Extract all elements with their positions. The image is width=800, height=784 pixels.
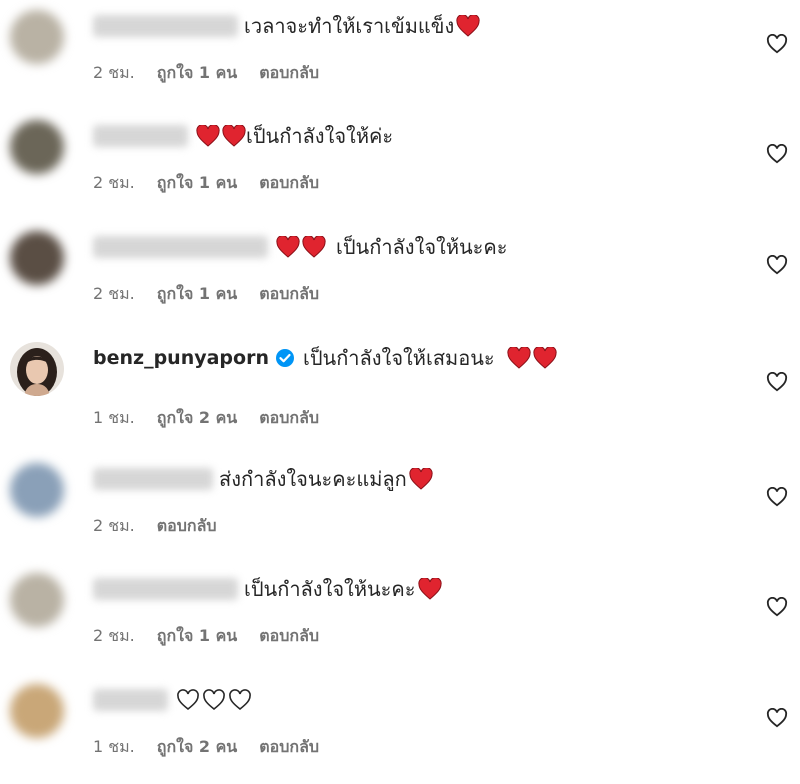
like-heart-icon[interactable]	[766, 597, 788, 617]
like-heart-icon[interactable]	[766, 487, 788, 507]
comment-time: 2 ชม.	[93, 516, 135, 535]
username-blurred[interactable]	[93, 468, 213, 490]
username-blurred[interactable]	[93, 125, 188, 147]
verified-badge-icon	[275, 349, 294, 367]
comment-item: เวลาจะทำให้เราเข้มแข็ง 2 ชม. ถูกใจ 1 คน …	[0, 0, 800, 110]
comment-text: ส่งกำลังใจนะคะแม่ลูก	[219, 467, 407, 491]
avatar[interactable]	[10, 120, 64, 174]
comment-item: เป็นกำลังใจให้นะคะ 2 ชม. ถูกใจ 1 คน ตอบก…	[0, 563, 800, 673]
avatar-photo	[10, 342, 64, 396]
reply-button[interactable]: ตอบกลับ	[259, 735, 319, 760]
avatar[interactable]	[10, 463, 64, 517]
red-heart-emoji	[533, 347, 557, 369]
like-heart-icon[interactable]	[766, 144, 788, 164]
comment-time: 2 ชม.	[93, 173, 135, 192]
avatar[interactable]	[10, 573, 64, 627]
red-heart-emoji	[302, 236, 326, 258]
red-heart-emoji	[507, 347, 531, 369]
comment-time: 1 ชม.	[93, 737, 135, 756]
avatar[interactable]	[10, 231, 64, 285]
like-heart-icon[interactable]	[766, 255, 788, 275]
red-heart-emoji	[196, 125, 220, 147]
likes-count[interactable]: ถูกใจ 2 คน	[157, 735, 237, 760]
reply-button[interactable]: ตอบกลับ	[259, 61, 319, 86]
likes-count[interactable]: ถูกใจ 1 คน	[157, 282, 237, 307]
like-heart-icon[interactable]	[766, 34, 788, 54]
username[interactable]: benz_punyaporn	[93, 347, 269, 369]
reply-button[interactable]: ตอบกลับ	[157, 514, 217, 539]
comment-item: เป็นกำลังใจให้ค่ะ 2 ชม. ถูกใจ 1 คน ตอบกล…	[0, 110, 800, 220]
likes-count[interactable]: ถูกใจ 2 คน	[157, 406, 237, 431]
red-heart-emoji	[456, 15, 480, 37]
red-heart-emoji	[409, 468, 433, 490]
avatar[interactable]	[10, 342, 64, 396]
comment-text: เป็นกำลังใจให้นะคะ	[244, 577, 416, 601]
comment-item: benz_punyaporn เป็นกำลังใจให้เสมอนะ 1 ชม…	[0, 332, 800, 442]
username-blurred[interactable]	[93, 689, 168, 711]
red-heart-emoji	[417, 578, 442, 600]
like-heart-icon[interactable]	[766, 708, 788, 728]
red-heart-emoji	[276, 236, 300, 258]
like-heart-icon[interactable]	[766, 372, 788, 392]
comment-time: 1 ชม.	[93, 408, 135, 427]
white-heart-emoji	[229, 689, 251, 711]
comment-text: เป็นกำลังใจให้ค่ะ	[246, 124, 394, 148]
avatar[interactable]	[10, 684, 64, 738]
reply-button[interactable]: ตอบกลับ	[259, 282, 319, 307]
username-blurred[interactable]	[93, 15, 238, 37]
comment-item: เป็นกำลังใจให้นะคะ 2 ชม. ถูกใจ 1 คน ตอบก…	[0, 221, 800, 331]
comment-text: เป็นกำลังใจให้นะคะ	[336, 235, 508, 259]
likes-count[interactable]: ถูกใจ 1 คน	[157, 624, 237, 649]
comment-text: เป็นกำลังใจให้เสมอนะ	[302, 346, 495, 370]
username-blurred[interactable]	[93, 578, 238, 600]
comment-time: 2 ชม.	[93, 626, 135, 645]
likes-count[interactable]: ถูกใจ 1 คน	[157, 171, 237, 196]
comment-item: ส่งกำลังใจนะคะแม่ลูก 2 ชม. ตอบกลับ	[0, 453, 800, 563]
username-blurred[interactable]	[93, 236, 268, 258]
avatar[interactable]	[10, 10, 64, 64]
white-heart-emoji	[177, 689, 199, 711]
reply-button[interactable]: ตอบกลับ	[259, 624, 319, 649]
comment-time: 2 ชม.	[93, 284, 135, 303]
red-heart-emoji	[222, 125, 246, 147]
likes-count[interactable]: ถูกใจ 1 คน	[157, 61, 237, 86]
reply-button[interactable]: ตอบกลับ	[259, 171, 319, 196]
reply-button[interactable]: ตอบกลับ	[259, 406, 319, 431]
comment-time: 2 ชม.	[93, 63, 135, 82]
white-heart-emoji	[203, 689, 225, 711]
comment-item: 1 ชม. ถูกใจ 2 คน ตอบกลับ	[0, 674, 800, 784]
comment-text: เวลาจะทำให้เราเข้มแข็ง	[244, 14, 455, 38]
